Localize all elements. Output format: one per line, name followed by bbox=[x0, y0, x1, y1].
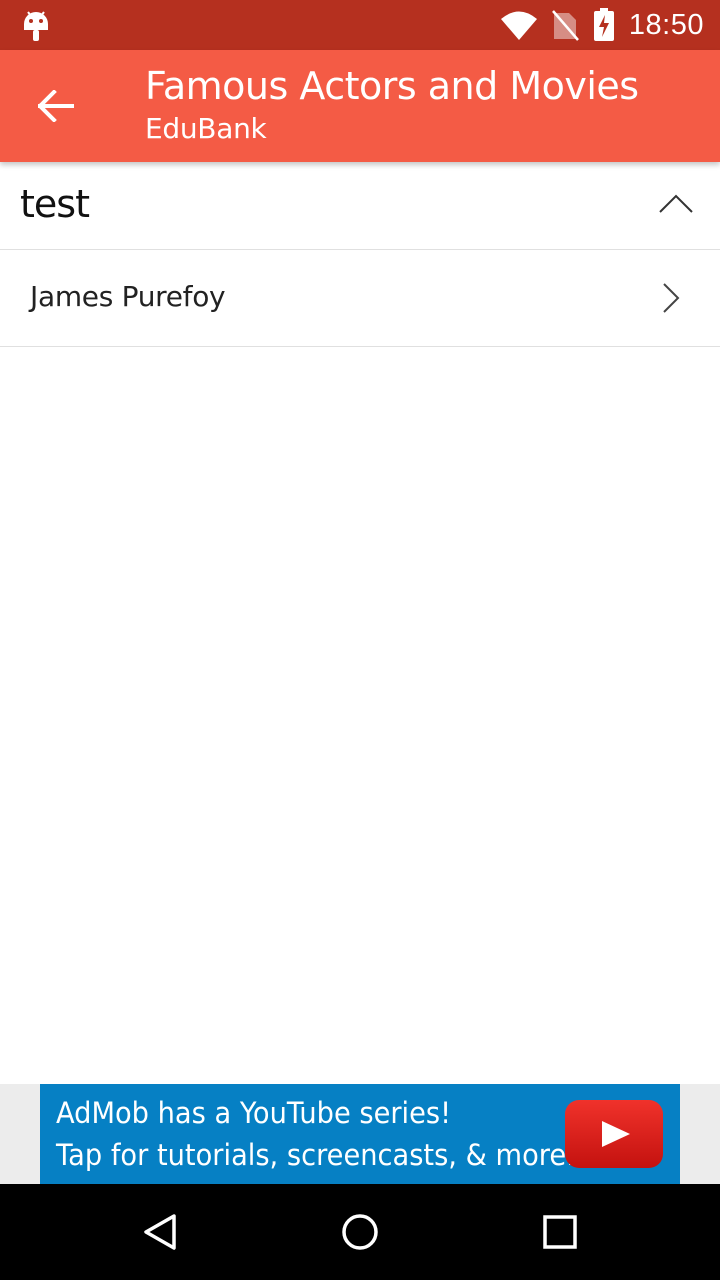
no-sim-icon bbox=[551, 10, 579, 41]
status-clock: 18:50 bbox=[628, 8, 704, 41]
page-title: Famous Actors and Movies bbox=[145, 64, 639, 108]
nav-home-icon bbox=[342, 1214, 378, 1250]
android-debug-icon bbox=[24, 11, 48, 41]
list-item-james-purefoy[interactable]: James Purefoy bbox=[0, 250, 720, 347]
ad-description: Tap for tutorials, screencasts, & more. bbox=[56, 1138, 575, 1172]
battery-charging-icon bbox=[593, 8, 614, 41]
nav-recents-button[interactable] bbox=[530, 1202, 590, 1262]
nav-back-icon bbox=[144, 1214, 176, 1250]
nav-home-button[interactable] bbox=[330, 1202, 390, 1262]
content-area: test James Purefoy bbox=[0, 162, 720, 1084]
ad-banner[interactable]: AdMob has a YouTube series! Tap for tuto… bbox=[40, 1084, 680, 1184]
status-bar: 18:50 bbox=[0, 0, 720, 50]
ad-area: AdMob has a YouTube series! Tap for tuto… bbox=[0, 1084, 720, 1184]
list-item-label: James Purefoy bbox=[30, 280, 226, 313]
page-subtitle: EduBank bbox=[145, 112, 267, 145]
status-icons: 18:50 bbox=[500, 0, 704, 50]
ad-headline: AdMob has a YouTube series! bbox=[56, 1096, 452, 1130]
chevron-up-icon bbox=[659, 194, 693, 213]
section-header[interactable]: test bbox=[0, 162, 720, 250]
back-button[interactable] bbox=[26, 76, 86, 136]
app-bar: Famous Actors and Movies EduBank bbox=[0, 50, 720, 162]
wifi-icon bbox=[500, 11, 537, 40]
nav-back-button[interactable] bbox=[130, 1202, 190, 1262]
chevron-right-icon bbox=[663, 283, 680, 313]
arrow-back-icon bbox=[38, 90, 74, 122]
youtube-play-icon bbox=[565, 1100, 663, 1168]
system-nav-bar bbox=[0, 1184, 720, 1280]
nav-recents-icon bbox=[543, 1215, 577, 1249]
section-title: test bbox=[20, 182, 90, 226]
